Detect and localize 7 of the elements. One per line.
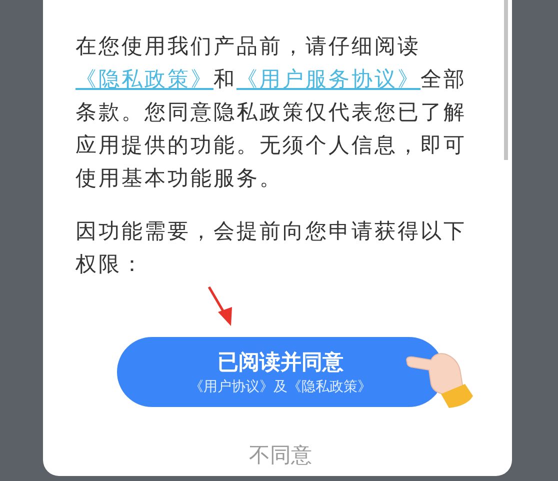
paragraph: 因功能需要，会提前向您申请获得以下权限： [76,218,468,278]
hand-pointer-icon [406,353,472,408]
paragraph: 在您使用我们产品前，请仔细阅读 《隐私政策》和《用户服务协议》全部条款。您同意隐私政策仅代表您已了解应用提供的功能。无须个人信息，即可使用基本功能服务。 [76,33,468,192]
policy-link[interactable]: 《隐私政策》 [76,67,214,91]
decline-button[interactable]: 不同意 [249,441,312,469]
arrow [207,286,232,326]
policy-link[interactable]: 《用户服务协议》 [236,67,420,91]
